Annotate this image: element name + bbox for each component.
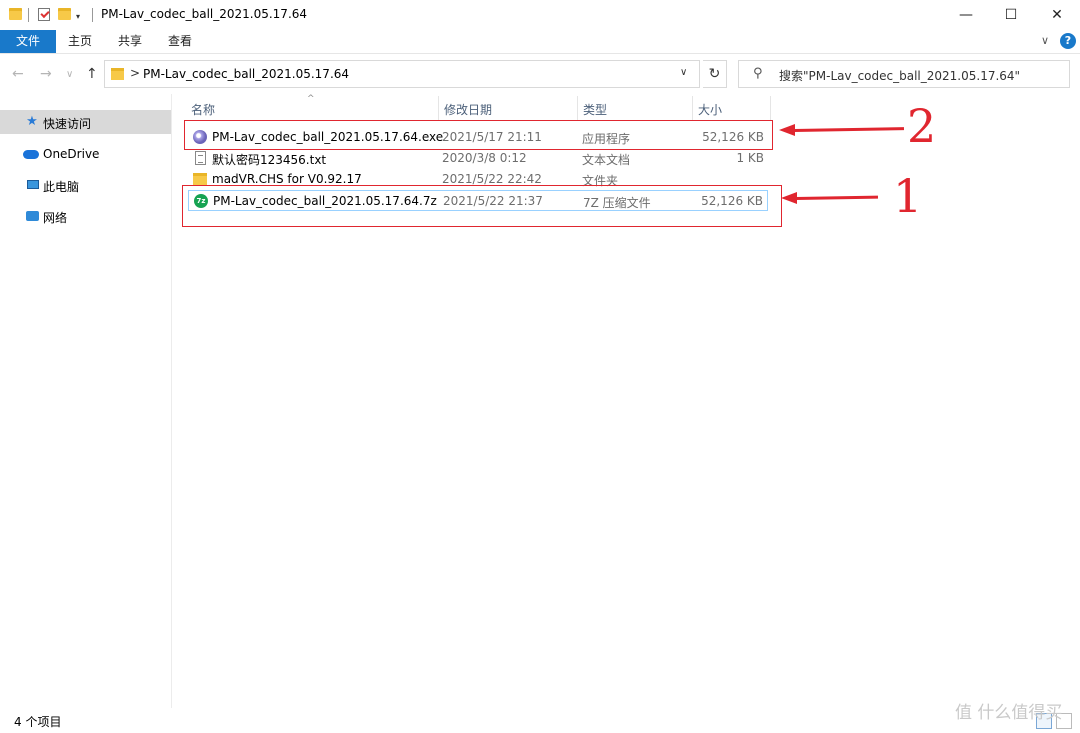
- tab-share[interactable]: 共享: [118, 30, 142, 53]
- new-folder-icon[interactable]: [58, 8, 71, 20]
- tab-file[interactable]: 文件: [0, 30, 56, 53]
- search-icon: ⚲: [753, 66, 763, 81]
- arrow-line-2: [793, 127, 905, 132]
- annotation-box-2: [184, 120, 773, 150]
- title-bar: ▾ PM-Lav_codec_ball_2021.05.17.64 — ☐ ✕: [0, 0, 1080, 30]
- column-header-type[interactable]: 类型: [583, 101, 607, 118]
- list-item[interactable]: 默认密码123456.txt 2020/3/8 0:12 文本文档 1 KB: [188, 148, 768, 169]
- computer-icon: [27, 180, 39, 189]
- maximize-button[interactable]: ☐: [988, 0, 1034, 30]
- back-button[interactable]: ←: [12, 66, 24, 82]
- file-name: 默认密码123456.txt: [212, 153, 327, 167]
- arrow-head-1: [781, 192, 797, 204]
- file-name: madVR.CHS for V0.92.17: [212, 172, 362, 186]
- column-header: 名称 修改日期 类型 大小: [174, 96, 774, 120]
- sidebar-item-quick-access[interactable]: ★ 快速访问: [0, 110, 171, 134]
- properties-icon[interactable]: [38, 8, 50, 21]
- window-title: PM-Lav_codec_ball_2021.05.17.64: [101, 7, 308, 21]
- navigation-pane: ★ 快速访问 OneDrive 此电脑 网络: [0, 94, 172, 708]
- column-divider[interactable]: [438, 96, 439, 120]
- refresh-button[interactable]: ↻: [703, 60, 727, 88]
- annotation-box-1: [182, 185, 782, 227]
- sidebar-item-onedrive[interactable]: OneDrive: [0, 142, 171, 166]
- breadcrumb-separator[interactable]: >: [130, 66, 140, 80]
- sidebar-item-label: OneDrive: [43, 147, 100, 161]
- text-file-icon: [195, 151, 206, 165]
- annotation-label-2: 2: [907, 99, 937, 153]
- arrow-line-1: [795, 195, 879, 200]
- forward-button[interactable]: →: [40, 66, 52, 82]
- search-placeholder: 搜索"PM-Lav_codec_ball_2021.05.17.64": [779, 69, 1021, 83]
- recent-locations-button[interactable]: ∨: [66, 69, 73, 80]
- column-divider[interactable]: [770, 96, 771, 120]
- sidebar-item-label: 快速访问: [43, 117, 92, 131]
- sidebar-item-label: 此电脑: [43, 180, 80, 194]
- folder-icon: [9, 8, 22, 20]
- sidebar-item-this-pc[interactable]: 此电脑: [0, 173, 171, 197]
- breadcrumb[interactable]: PM-Lav_codec_ball_2021.05.17.64: [143, 67, 349, 81]
- sidebar-item-network[interactable]: 网络: [0, 204, 171, 228]
- file-size: 1 KB: [736, 151, 764, 165]
- network-icon: [26, 211, 39, 221]
- watermark: 值 什么值得买: [955, 703, 1063, 723]
- file-date: 2021/5/22 22:42: [442, 172, 542, 186]
- folder-icon: [111, 68, 124, 80]
- divider: [92, 8, 93, 22]
- quick-access-dropdown-icon[interactable]: ▾: [76, 12, 80, 21]
- file-type: 文本文档: [582, 153, 631, 167]
- star-icon: ★: [26, 114, 38, 129]
- annotation-label-1: 1: [893, 169, 923, 223]
- ribbon-tabs: 文件 主页 共享 查看 ∨ ?: [0, 30, 1080, 54]
- address-bar[interactable]: > PM-Lav_codec_ball_2021.05.17.64 ∨: [104, 60, 700, 88]
- tab-home[interactable]: 主页: [68, 30, 92, 53]
- folder-icon: [193, 173, 207, 185]
- item-count: 4 个项目: [14, 715, 62, 729]
- navigation-bar: ← → ∨ ↑ > PM-Lav_codec_ball_2021.05.17.6…: [0, 54, 1080, 94]
- column-header-name[interactable]: 名称: [191, 101, 215, 118]
- cloud-icon: [23, 150, 39, 159]
- sidebar-item-label: 网络: [43, 211, 68, 225]
- up-button[interactable]: ↑: [86, 66, 98, 82]
- help-icon[interactable]: ?: [1060, 33, 1076, 49]
- column-header-size[interactable]: 大小: [698, 101, 722, 118]
- column-divider[interactable]: [692, 96, 693, 120]
- close-button[interactable]: ✕: [1034, 0, 1080, 30]
- divider: [28, 8, 29, 22]
- minimize-button[interactable]: —: [943, 0, 989, 30]
- tab-view[interactable]: 查看: [168, 30, 192, 53]
- column-header-date[interactable]: 修改日期: [444, 101, 492, 118]
- address-dropdown-icon[interactable]: ∨: [680, 67, 687, 78]
- search-input[interactable]: ⚲ 搜索"PM-Lav_codec_ball_2021.05.17.64": [738, 60, 1070, 88]
- expand-ribbon-icon[interactable]: ∨: [1041, 34, 1049, 47]
- arrow-head-2: [779, 124, 795, 136]
- file-date: 2020/3/8 0:12: [442, 151, 527, 165]
- column-divider[interactable]: [577, 96, 578, 120]
- status-bar: 4 个项目: [0, 710, 1080, 733]
